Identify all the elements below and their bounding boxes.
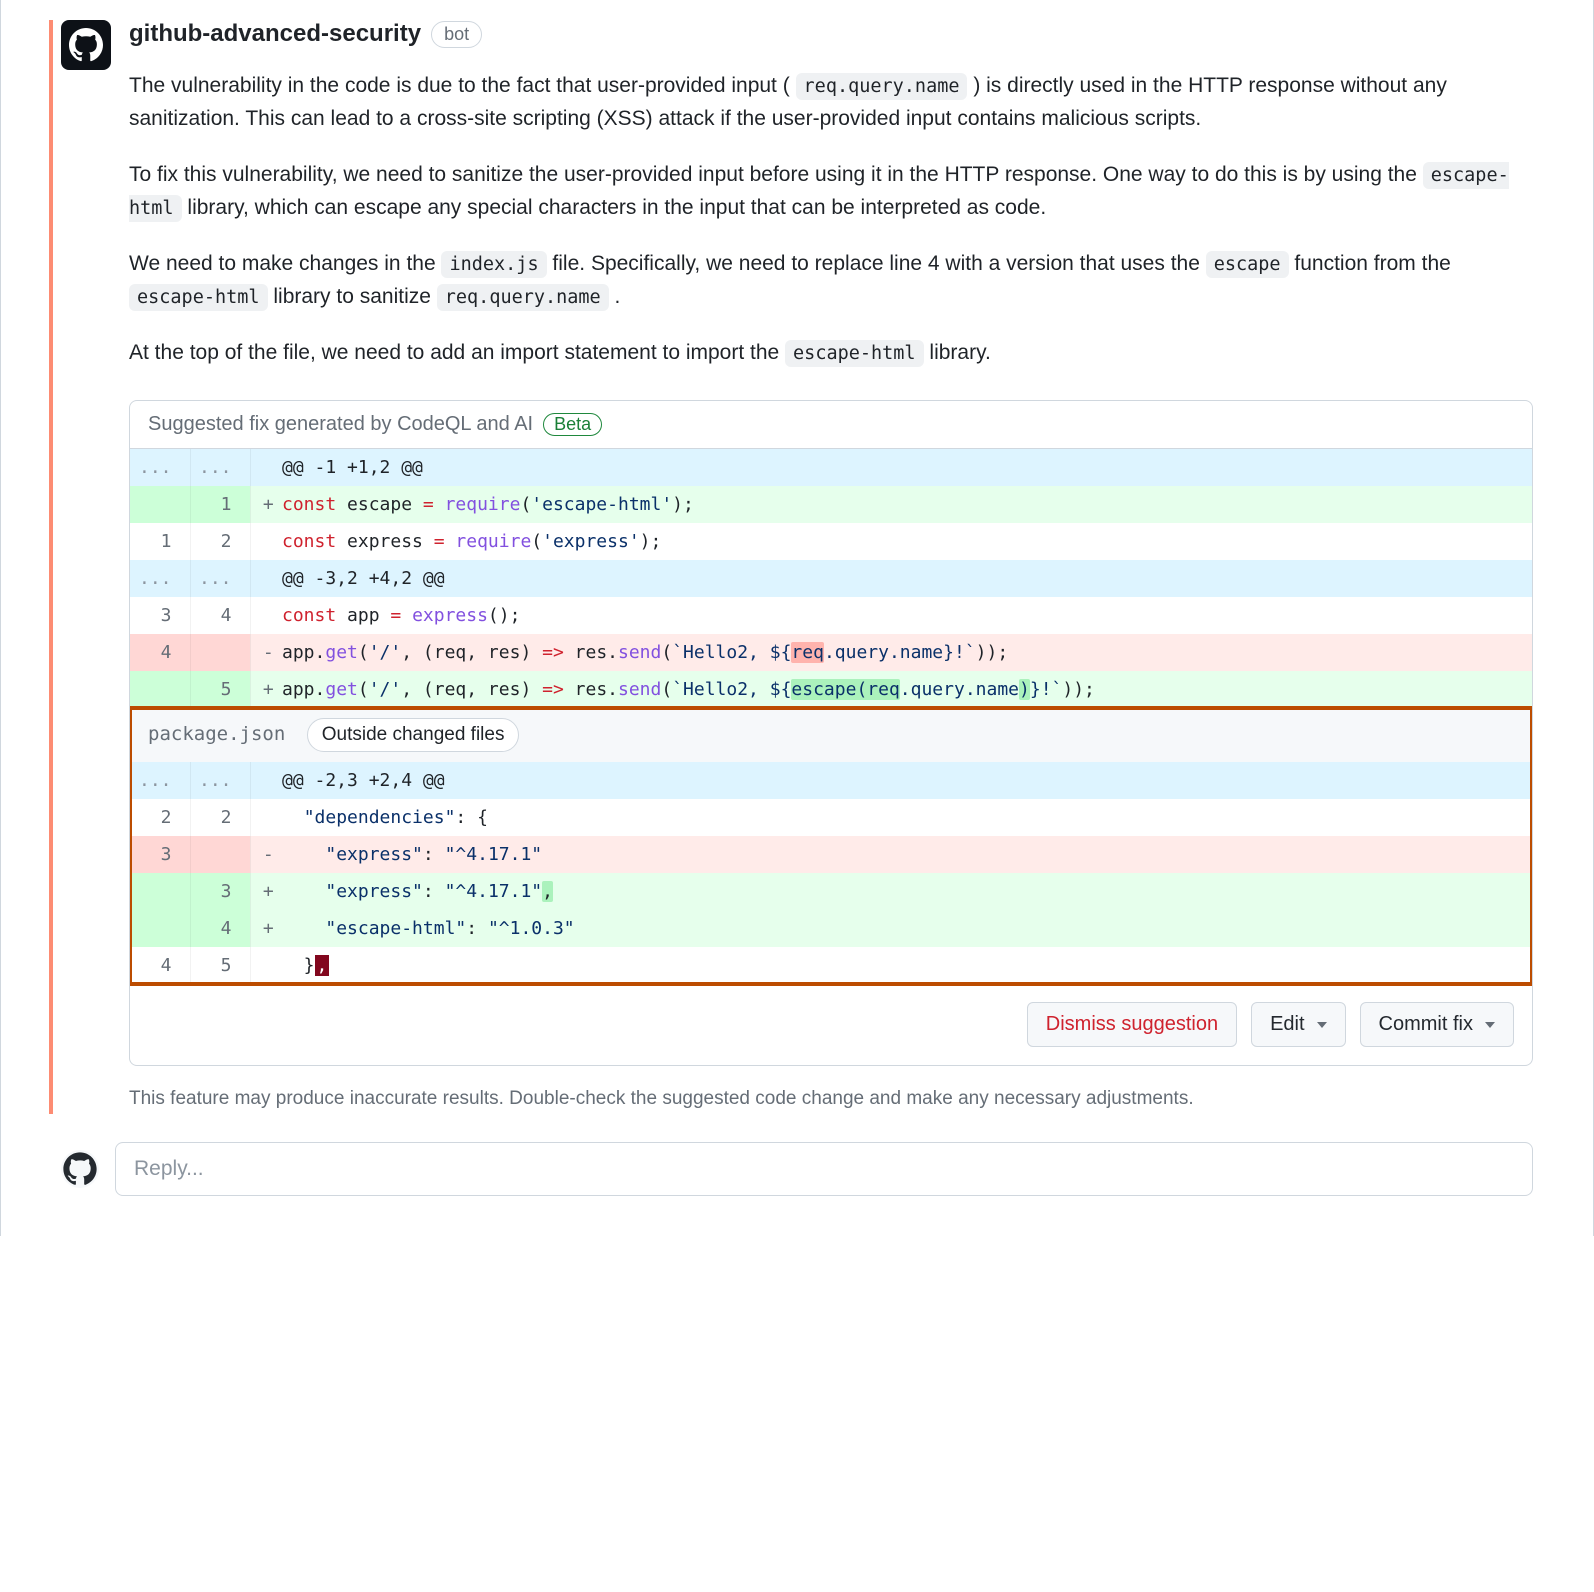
diff-code: const escape = require('escape-html'); bbox=[278, 486, 1532, 523]
user-avatar[interactable] bbox=[61, 1150, 99, 1188]
diff-header-text: Suggested fix generated by CodeQL and AI bbox=[148, 413, 533, 436]
diff-code: "dependencies": { bbox=[278, 799, 1532, 836]
old-line-number bbox=[130, 873, 190, 910]
old-line-number: ... bbox=[130, 449, 190, 486]
diff-table-2: ......@@ -2,3 +2,4 @@22 "dependencies": … bbox=[130, 762, 1532, 984]
comment-body: The vulnerability in the code is due to … bbox=[129, 70, 1533, 370]
diff-row: 22 "dependencies": { bbox=[130, 799, 1532, 836]
inline-code: escape-html bbox=[785, 340, 924, 367]
inline-code: escape-html bbox=[129, 284, 268, 311]
diff-row: ...... @@ -1 +1,2 @@ bbox=[130, 449, 1532, 486]
old-line-number: ... bbox=[130, 560, 190, 597]
diff-marker bbox=[250, 799, 278, 836]
diff-marker bbox=[250, 947, 278, 984]
old-line-number: 2 bbox=[130, 799, 190, 836]
highlighted-diff-section: package.json Outside changed files .....… bbox=[130, 708, 1532, 985]
diff-row: 5+app.get('/', (req, res) => res.send(`H… bbox=[130, 671, 1532, 708]
octocat-icon bbox=[61, 1150, 99, 1188]
diff-table-1: ......@@ -1 +1,2 @@1+const escape = requ… bbox=[130, 449, 1532, 708]
new-line-number: 5 bbox=[190, 671, 250, 708]
bot-badge: bot bbox=[431, 21, 482, 48]
diff-marker bbox=[250, 449, 278, 486]
reply-input[interactable] bbox=[115, 1142, 1533, 1196]
beta-badge: Beta bbox=[543, 413, 602, 436]
diff-row: 1+const escape = require('escape-html'); bbox=[130, 486, 1532, 523]
diff-row: 3+ "express": "^4.17.1", bbox=[130, 873, 1532, 910]
inline-code: req.query.name bbox=[437, 284, 609, 311]
diff-code: "escape-html": "^1.0.3" bbox=[278, 910, 1532, 947]
old-line-number: 4 bbox=[130, 947, 190, 984]
diff-row: 3 - "express": "^4.17.1" bbox=[130, 836, 1532, 873]
diff-row: ...... @@ -3,2 +4,2 @@ bbox=[130, 560, 1532, 597]
disclaimer-text: This feature may produce inaccurate resu… bbox=[129, 1084, 1533, 1113]
diff-code: @@ -2,3 +2,4 @@ bbox=[278, 762, 1532, 799]
new-line-number: ... bbox=[190, 762, 250, 799]
diff-code: app.get('/', (req, res) => res.send(`Hel… bbox=[278, 634, 1532, 671]
author-avatar[interactable] bbox=[61, 20, 111, 70]
old-line-number bbox=[130, 910, 190, 947]
diff-code: @@ -1 +1,2 @@ bbox=[278, 449, 1532, 486]
diff-code: @@ -3,2 +4,2 @@ bbox=[278, 560, 1532, 597]
diff-code: const app = express(); bbox=[278, 597, 1532, 634]
new-line-number: 4 bbox=[190, 910, 250, 947]
old-line-number bbox=[130, 486, 190, 523]
diff-code: "express": "^4.17.1" bbox=[278, 836, 1532, 873]
diff-marker bbox=[250, 523, 278, 560]
diff-row: 12 const express = require('express'); bbox=[130, 523, 1532, 560]
edit-button[interactable]: Edit bbox=[1251, 1002, 1345, 1047]
author-row: github-advanced-security bot bbox=[129, 20, 1533, 48]
diff-marker: + bbox=[250, 486, 278, 523]
inline-code: req.query.name bbox=[796, 73, 968, 100]
diff-marker bbox=[250, 560, 278, 597]
diff-row: 4 -app.get('/', (req, res) => res.send(`H… bbox=[130, 634, 1532, 671]
diff-code: app.get('/', (req, res) => res.send(`Hel… bbox=[278, 671, 1532, 708]
dismiss-suggestion-button[interactable]: Dismiss suggestion bbox=[1027, 1002, 1237, 1047]
diff-marker bbox=[250, 762, 278, 799]
diff-file-header: package.json Outside changed files bbox=[130, 708, 1532, 763]
diff-marker: - bbox=[250, 634, 278, 671]
diff-marker bbox=[250, 597, 278, 634]
diff-marker: - bbox=[250, 836, 278, 873]
new-line-number bbox=[190, 634, 250, 671]
diff-header: Suggested fix generated by CodeQL and AI… bbox=[130, 401, 1532, 449]
inline-code: escape bbox=[1206, 251, 1289, 278]
caret-down-icon bbox=[1317, 1022, 1327, 1028]
diff-row: 34 const app = express(); bbox=[130, 597, 1532, 634]
comment-box: github-advanced-security bot The vulnera… bbox=[61, 20, 1533, 1114]
old-line-number: 3 bbox=[130, 597, 190, 634]
new-line-number: 5 bbox=[190, 947, 250, 984]
new-line-number bbox=[190, 836, 250, 873]
reply-row bbox=[61, 1142, 1533, 1196]
diff-marker: + bbox=[250, 910, 278, 947]
new-line-number: ... bbox=[190, 560, 250, 597]
diff-row: ...... @@ -2,3 +2,4 @@ bbox=[130, 762, 1532, 799]
diff-row: 4+ "escape-html": "^1.0.3" bbox=[130, 910, 1532, 947]
commit-fix-button[interactable]: Commit fix bbox=[1360, 1002, 1514, 1047]
diff-code: "express": "^4.17.1", bbox=[278, 873, 1532, 910]
action-row: Dismiss suggestion Edit Commit fix bbox=[130, 984, 1532, 1065]
old-line-number bbox=[130, 671, 190, 708]
diff-marker: + bbox=[250, 671, 278, 708]
new-line-number: 2 bbox=[190, 523, 250, 560]
new-line-number: 4 bbox=[190, 597, 250, 634]
new-line-number: ... bbox=[190, 449, 250, 486]
new-line-number: 2 bbox=[190, 799, 250, 836]
new-line-number: 1 bbox=[190, 486, 250, 523]
old-line-number: 3 bbox=[130, 836, 190, 873]
diff-container: Suggested fix generated by CodeQL and AI… bbox=[129, 400, 1533, 1067]
author-name[interactable]: github-advanced-security bbox=[129, 20, 421, 48]
diff-code: const express = require('express'); bbox=[278, 523, 1532, 560]
old-line-number: 1 bbox=[130, 523, 190, 560]
diff-code: }, bbox=[278, 947, 1532, 984]
file-name: package.json bbox=[148, 723, 285, 745]
old-line-number: 4 bbox=[130, 634, 190, 671]
github-icon bbox=[69, 28, 103, 62]
old-line-number: ... bbox=[130, 762, 190, 799]
outside-changed-files-badge: Outside changed files bbox=[307, 718, 520, 753]
new-line-number: 3 bbox=[190, 873, 250, 910]
inline-code: index.js bbox=[441, 251, 546, 278]
caret-down-icon bbox=[1485, 1022, 1495, 1028]
diff-row: 45 }, bbox=[130, 947, 1532, 984]
diff-marker: + bbox=[250, 873, 278, 910]
